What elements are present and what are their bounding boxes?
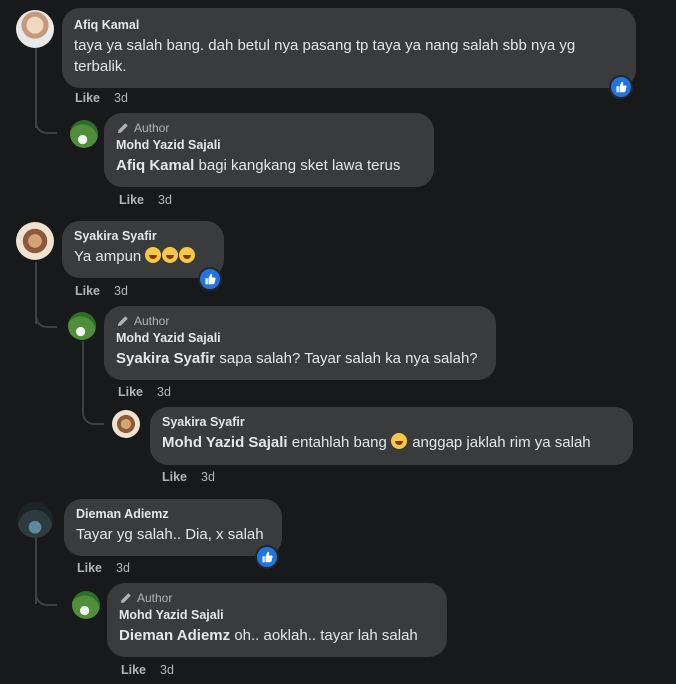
comment-text: taya ya salah bang. dah betul nya pasang… [74, 37, 576, 75]
reaction-badge[interactable] [255, 545, 279, 569]
avatar[interactable] [16, 10, 54, 48]
mention-link[interactable]: Dieman Adiemz [119, 627, 230, 644]
rolling-laughing-emoji [391, 433, 408, 449]
reply-bubble: Syakira Syafir Mohd Yazid Sajali entahla… [150, 407, 633, 465]
rolling-laughing-emoji [145, 247, 162, 263]
avatar[interactable] [17, 502, 53, 538]
comment-text: Tayar yg salah.. Dia, x salah [76, 526, 264, 543]
reply-actions: Like 3d [121, 663, 174, 677]
thread-connector [35, 306, 57, 328]
thread-connector [35, 584, 57, 606]
like-button[interactable]: Like [75, 284, 100, 298]
comment-actions: Like 3d [77, 561, 130, 575]
reply-actions: Like 3d [162, 470, 215, 484]
mention-link[interactable]: Mohd Yazid Sajali [162, 434, 288, 451]
timestamp[interactable]: 3d [116, 561, 130, 575]
comment-bubble: Afiq Kamal taya ya salah bang. dah betul… [62, 8, 636, 88]
author-badge-label: Author [134, 121, 170, 135]
author-badge-label: Author [134, 314, 170, 328]
timestamp[interactable]: 3d [114, 91, 128, 105]
mention-link[interactable]: Syakira Syafir [116, 350, 215, 367]
reply-text: Afiq Kamal bagi kangkang sket lawa terus [116, 155, 422, 176]
comment-bubble: Syakira Syafir Ya ampun [62, 221, 224, 278]
pencil-icon [118, 315, 128, 326]
reaction-badge[interactable] [609, 75, 633, 99]
reply-text: Syakira Syafir sapa salah? Tayar salah k… [116, 348, 484, 369]
like-icon [616, 81, 627, 93]
author-badge: Author [116, 121, 422, 135]
pencil-icon [121, 592, 131, 603]
reply-author[interactable]: Syakira Syafir [162, 415, 621, 429]
reply-message: oh.. aoklah.. tayar lah salah [234, 627, 418, 644]
avatar[interactable] [68, 312, 96, 340]
comment-author[interactable]: Afiq Kamal [74, 18, 624, 32]
avatar[interactable] [112, 410, 140, 438]
author-badge: Author [119, 591, 435, 605]
thread-line [82, 341, 84, 407]
reply-message: sapa salah? Tayar salah ka nya salah? [219, 350, 478, 367]
avatar[interactable] [16, 222, 54, 260]
timestamp[interactable]: 3d [114, 284, 128, 298]
comment-actions: Like 3d [75, 284, 128, 298]
like-button[interactable]: Like [77, 561, 102, 575]
like-button[interactable]: Like [118, 385, 143, 399]
timestamp[interactable]: 3d [201, 470, 215, 484]
reply-author[interactable]: Mohd Yazid Sajali [119, 608, 435, 622]
like-button[interactable]: Like [121, 663, 146, 677]
reply-bubble: Author Mohd Yazid Sajali Dieman Adiemz o… [107, 583, 447, 657]
comment-author[interactable]: Syakira Syafir [74, 229, 212, 243]
timestamp[interactable]: 3d [157, 385, 171, 399]
timestamp[interactable]: 3d [158, 193, 172, 207]
pencil-icon [118, 122, 128, 133]
like-icon [205, 273, 216, 285]
reply-text: Dieman Adiemz oh.. aoklah.. tayar lah sa… [119, 625, 435, 646]
like-button[interactable]: Like [75, 91, 100, 105]
author-badge: Author [116, 314, 484, 328]
comment-text: Ya ampun [74, 246, 212, 267]
reply-bubble: Author Mohd Yazid Sajali Afiq Kamal bagi… [104, 113, 434, 187]
reply-actions: Like 3d [118, 385, 171, 399]
reply-author[interactable]: Mohd Yazid Sajali [116, 331, 484, 345]
rolling-laughing-emoji [162, 247, 179, 263]
reply-text: Mohd Yazid Sajali entahlah bang anggap j… [162, 432, 621, 453]
reply-message: bagi kangkang sket lawa terus [198, 157, 401, 174]
comment-bubble: Dieman Adiemz Tayar yg salah.. Dia, x sa… [64, 499, 282, 556]
reaction-badge[interactable] [198, 267, 222, 291]
timestamp[interactable]: 3d [160, 663, 174, 677]
mention-link[interactable]: Afiq Kamal [116, 157, 194, 174]
avatar[interactable] [70, 120, 98, 148]
author-badge-label: Author [137, 591, 173, 605]
reply-author[interactable]: Mohd Yazid Sajali [116, 138, 422, 152]
comment-message: Ya ampun [74, 248, 142, 265]
like-button[interactable]: Like [119, 193, 144, 207]
avatar[interactable] [72, 591, 100, 619]
reply-message-end: anggap jaklah rim ya salah [412, 434, 591, 451]
comment-actions: Like 3d [75, 91, 128, 105]
reply-actions: Like 3d [119, 193, 172, 207]
thread-connector [82, 403, 104, 425]
like-icon [262, 551, 273, 563]
reply-bubble: Author Mohd Yazid Sajali Syakira Syafir … [104, 306, 496, 380]
rolling-laughing-emoji [179, 247, 196, 263]
like-button[interactable]: Like [162, 470, 187, 484]
thread-connector [35, 112, 57, 134]
comment-author[interactable]: Dieman Adiemz [76, 507, 270, 521]
reply-message-start: entahlah bang [291, 434, 387, 451]
